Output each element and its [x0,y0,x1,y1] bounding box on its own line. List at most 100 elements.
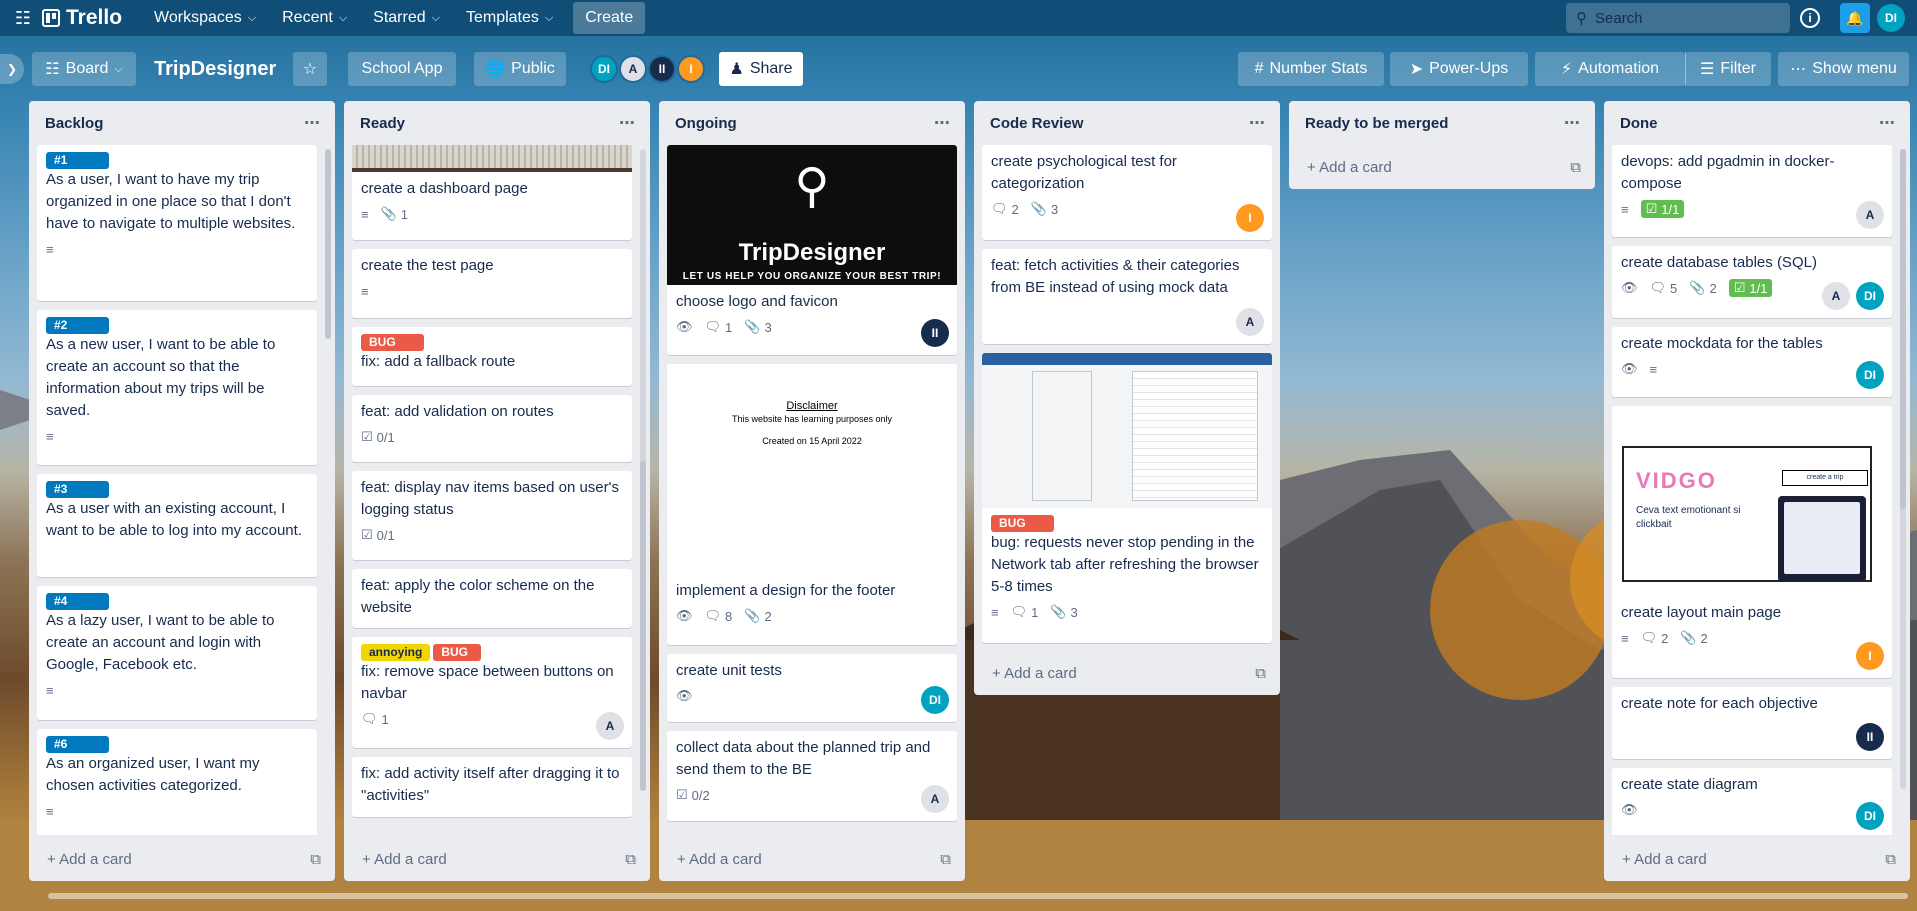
card[interactable]: collect data about the planned trip and … [667,731,957,821]
card[interactable]: feat: display nav items based on user's … [352,471,632,560]
card-member-avatar[interactable]: DI [1856,282,1884,310]
card-member-avatar[interactable]: I [1236,204,1264,232]
card[interactable]: #6 As an organized user, I want my chosen… [37,729,317,835]
nav-recent[interactable]: Recent ⌵ [270,3,359,33]
card[interactable]: feat: add validation on routes ☑ 0/1 [352,395,632,462]
card[interactable]: create note for each objective II [1612,687,1892,759]
card[interactable]: BUG fix: add a fallback route [352,327,632,386]
add-card-button[interactable]: + Add a card ⧉ [344,837,650,881]
list-scrollbar[interactable] [640,461,646,791]
card-title: As an organized user, I want my chosen a… [46,755,260,794]
visibility-button[interactable]: 🌐 Public [474,52,566,86]
list-header[interactable]: Ongoing ⋯ [659,101,965,145]
card-member-avatar[interactable]: A [1822,282,1850,310]
card[interactable]: create database tables (SQL) 👁 🗨 5 📎 2 ☑ 1/1 A DI [1612,246,1892,318]
show-menu-button[interactable]: ⋯ Show menu [1778,52,1909,86]
card[interactable]: create psychological test for categoriza… [982,145,1272,240]
card[interactable]: #4 As a lazy user, I want to be able to c… [37,586,317,720]
create-button[interactable]: Create [573,2,646,34]
card[interactable]: VIDGO Ceva text emotionant si clickbait … [1612,406,1892,678]
card-label: #2 [46,317,109,334]
list-menu-icon[interactable]: ⋯ [1879,113,1896,133]
list-header[interactable]: Ready to be merged ⋯ [1289,101,1595,145]
add-card-button[interactable]: + Add a card ⧉ [1604,837,1910,881]
card[interactable]: feat: apply the color scheme on the webs… [352,569,632,628]
template-icon[interactable]: ⧉ [1255,665,1266,682]
apps-grid-icon[interactable]: ☷ [12,7,34,29]
card[interactable]: annoying BUG fix: remove space between but… [352,637,632,748]
info-icon[interactable]: i [1800,8,1820,28]
trello-logo[interactable]: Trello [42,6,122,30]
card[interactable]: ⚲ TripDesigner LET US HELP YOU ORGANIZE … [667,145,957,355]
notifications-bell-icon[interactable]: 🔔 [1840,3,1870,33]
list-header[interactable]: Code Review ⋯ [974,101,1280,145]
card[interactable]: fix: add activity itself after dragging … [352,757,632,817]
globe-icon: 🌐 [485,61,506,78]
card[interactable]: create mockdata for the tables 👁 ≡ DI [1612,327,1892,397]
card[interactable]: #1 As a user, I want to have my trip orga… [37,145,317,301]
powerups-button[interactable]: ➤ Power-Ups [1390,52,1528,86]
card[interactable]: feat: fetch activities & their categorie… [982,249,1272,344]
nav-templates[interactable]: Templates ⌵ [454,3,565,33]
template-icon[interactable]: ⧉ [1570,159,1581,176]
board-horizontal-scrollbar[interactable] [48,893,1908,899]
board-view-button[interactable]: ☷ Board ⌵ [32,52,136,86]
card-member-avatar[interactable]: A [921,785,949,813]
list-header[interactable]: Done ⋯ [1604,101,1910,145]
automation-button[interactable]: ⚡ Automation [1535,52,1685,86]
collapse-sidebar-button[interactable]: ❯ [0,54,24,84]
card[interactable]: #3 As a user with an existing account, I … [37,474,317,577]
board-view-icon: ☷ [45,61,60,78]
card-member-avatar[interactable]: I [1856,642,1884,670]
board-title[interactable]: TripDesigner [154,58,276,81]
user-avatar[interactable]: DI [1877,4,1905,32]
card-member-avatar[interactable]: A [1236,308,1264,336]
card-member-avatar[interactable]: A [596,712,624,740]
card[interactable]: devops: add pgadmin in docker-compose ≡ ☑ 1… [1612,145,1892,237]
workspace-button[interactable]: School App [348,52,456,86]
card-member-avatar[interactable]: II [921,319,949,347]
card[interactable]: BUG bug: requests never stop pending in … [982,353,1272,643]
list-menu-icon[interactable]: ⋯ [934,113,951,133]
template-icon[interactable]: ⧉ [940,851,951,868]
attachment-icon: 📎 [1050,604,1067,619]
card-member-avatar[interactable]: DI [1856,361,1884,389]
card[interactable]: Disclaimer This website has learning pur… [667,364,957,645]
list-scrollbar[interactable] [1900,149,1906,509]
member-avatar[interactable]: I [677,55,705,83]
card-member-avatar[interactable]: A [1856,201,1884,229]
add-card-button[interactable]: + Add a card ⧉ [974,651,1280,695]
card-member-avatar[interactable]: DI [921,686,949,714]
add-card-button[interactable]: + Add a card ⧉ [659,837,965,881]
nav-workspaces[interactable]: Workspaces ⌵ [142,3,268,33]
list-menu-icon[interactable]: ⋯ [1249,113,1266,133]
list-menu-icon[interactable]: ⋯ [1564,113,1581,133]
card-cover-image: VIDGO Ceva text emotionant si clickbait … [1612,406,1892,596]
filter-button[interactable]: ☰ Filter [1685,52,1771,86]
list-header[interactable]: Backlog ⋯ [29,101,335,145]
add-card-button[interactable]: + Add a card ⧉ [1289,145,1595,189]
star-board-button[interactable]: ☆ [293,52,327,86]
template-icon[interactable]: ⧉ [310,851,321,868]
nav-starred[interactable]: Starred ⌵ [361,3,452,33]
list-menu-icon[interactable]: ⋯ [619,113,636,133]
member-avatar[interactable]: II [648,55,676,83]
list-scrollbar[interactable] [325,149,331,339]
number-stats-button[interactable]: # Number Stats [1238,52,1384,86]
template-icon[interactable]: ⧉ [1885,851,1896,868]
card[interactable]: #2 As a new user, I want to be able to cr… [37,310,317,465]
card[interactable]: create state diagram 👁 DI [1612,768,1892,835]
card[interactable]: create unit tests 👁 DI [667,654,957,722]
list-header[interactable]: Ready ⋯ [344,101,650,145]
card[interactable]: create a dashboard page ≡ 📎 1 [352,145,632,240]
card-member-avatar[interactable]: II [1856,723,1884,751]
template-icon[interactable]: ⧉ [625,851,636,868]
card[interactable]: create the test page ≡ [352,249,632,318]
search-input[interactable]: ⚲ Search [1566,3,1790,33]
list-menu-icon[interactable]: ⋯ [304,113,321,133]
card-member-avatar[interactable]: DI [1856,802,1884,830]
member-avatar[interactable]: DI [590,55,618,83]
add-card-button[interactable]: + Add a card ⧉ [29,837,335,881]
share-button[interactable]: ♟ Share [719,52,803,86]
member-avatar[interactable]: A [619,55,647,83]
